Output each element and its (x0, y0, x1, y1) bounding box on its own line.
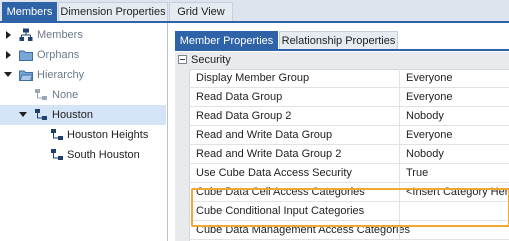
property-name: Read and Write Data Group 2 (196, 148, 342, 160)
property-row[interactable]: Cube Data Management Access Categories (189, 221, 509, 240)
column-divider (399, 145, 400, 164)
property-name: Cube Conditional Input Categories (196, 205, 365, 217)
hierarchy-icon (51, 149, 63, 160)
property-value[interactable]: Nobody (406, 107, 444, 126)
property-value[interactable]: Nobody (406, 145, 444, 164)
property-grid: Security Display Member Group Everyone R… (175, 52, 509, 241)
tree-node-label: Orphans (37, 49, 80, 61)
tree-node-houston[interactable]: Houston (0, 105, 166, 125)
expand-icon[interactable] (4, 25, 14, 45)
collapse-icon[interactable] (19, 105, 29, 125)
tree-node-label: Houston (52, 109, 93, 121)
column-divider (399, 88, 400, 107)
property-name: Read and Write Data Group (196, 129, 333, 141)
column-divider (399, 126, 400, 145)
property-row[interactable]: Read and Write Data Group 2 Nobody (189, 145, 509, 164)
grid-gutter (175, 69, 190, 241)
property-value[interactable]: Everyone (406, 126, 452, 145)
property-row[interactable]: Read Data Group Everyone (189, 88, 509, 107)
section-title: Security (191, 54, 231, 66)
section-header-security[interactable]: Security (175, 52, 509, 70)
property-name: Display Member Group (196, 72, 310, 84)
top-tab-bar: Members Dimension Properties Grid View (0, 0, 509, 23)
property-name: Cube Data Management Access Categories (196, 224, 411, 236)
tree-node-houston-heights[interactable]: Houston Heights (0, 125, 166, 145)
property-value[interactable]: Everyone (406, 69, 452, 88)
tree-node-label: Members (37, 29, 83, 41)
tree-node-members[interactable]: Members (0, 25, 166, 45)
property-name: Read Data Group 2 (196, 110, 292, 122)
collapse-icon[interactable] (4, 65, 14, 85)
property-row[interactable]: Display Member Group Everyone (189, 69, 509, 88)
property-name: Use Cube Data Access Security (196, 167, 352, 179)
property-row[interactable]: Read Data Group 2 Nobody (189, 107, 509, 126)
property-name: Cube Data Cell Access Categories (196, 186, 365, 198)
tab-members[interactable]: Members (2, 2, 57, 21)
member-icon (35, 89, 47, 100)
property-value[interactable]: True (406, 164, 428, 183)
tab-grid-view[interactable]: Grid View (169, 2, 233, 21)
tree-node-orphans[interactable]: Orphans (0, 45, 166, 65)
property-value[interactable]: <Insert Category Here> (406, 183, 509, 202)
hierarchy-icon (35, 109, 47, 120)
column-divider (399, 221, 400, 240)
sub-tab-bar: Member Properties Relationship Propertie… (175, 31, 509, 51)
column-divider (399, 202, 400, 221)
column-divider (399, 69, 400, 88)
hierarchy-icon (19, 28, 33, 41)
hierarchy-icon (51, 129, 63, 140)
tab-dimension-properties[interactable]: Dimension Properties (58, 2, 168, 21)
tab-relationship-properties[interactable]: Relationship Properties (279, 31, 398, 49)
property-row[interactable]: Use Cube Data Access Security True (189, 164, 509, 183)
properties-panel: Member Properties Relationship Propertie… (168, 23, 509, 241)
tree-node-label: Hierarchy (37, 69, 85, 81)
column-divider (399, 164, 400, 183)
property-row[interactable]: Cube Conditional Input Categories (189, 202, 509, 221)
column-divider (399, 183, 400, 202)
tree-node-none[interactable]: None (0, 85, 166, 105)
property-row[interactable]: Cube Data Cell Access Categories <Insert… (189, 183, 509, 202)
tab-member-properties[interactable]: Member Properties (175, 31, 278, 49)
folder-open-icon (19, 70, 33, 81)
property-name: Read Data Group (196, 91, 283, 103)
expand-icon[interactable] (4, 45, 14, 65)
tree-node-south-houston[interactable]: South Houston (0, 145, 166, 165)
tree-node-label: South Houston (67, 149, 140, 161)
property-row[interactable]: Read and Write Data Group Everyone (189, 126, 509, 145)
member-tree: Members Orphans Hierarchy None Houston H… (0, 23, 168, 241)
column-divider (399, 107, 400, 126)
tree-node-label: Houston Heights (67, 129, 149, 141)
collapse-icon[interactable] (178, 55, 187, 64)
tree-node-label: None (52, 89, 79, 101)
folder-icon (19, 50, 33, 61)
tree-node-hierarchy[interactable]: Hierarchy (0, 65, 166, 85)
property-value[interactable]: Everyone (406, 88, 452, 107)
